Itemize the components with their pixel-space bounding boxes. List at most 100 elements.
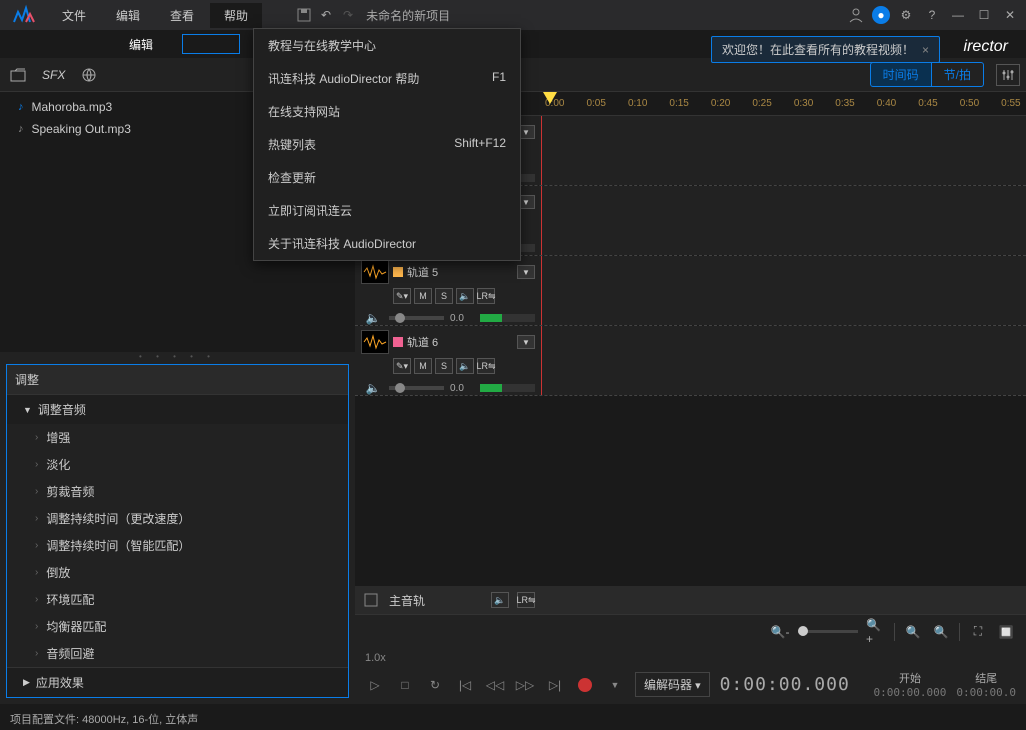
zoom-h-in-icon[interactable]: 🔍 <box>931 622 951 642</box>
close-icon[interactable]: ✕ <box>1000 5 1020 25</box>
track-color[interactable] <box>393 267 403 277</box>
speed-indicator: 1.0x <box>365 652 1016 664</box>
adjust-reverse[interactable]: ›倒放 <box>7 559 348 586</box>
play-button[interactable]: ▷ <box>365 675 385 695</box>
zoom-bar: 🔍- 🔍+ 🔍 🔍 ⛶ 🔲 <box>355 614 1026 648</box>
master-speaker[interactable]: 🔈 <box>491 592 509 608</box>
menu-view[interactable]: 查看 <box>156 3 208 28</box>
globe-icon[interactable] <box>79 65 99 85</box>
master-icon <box>361 590 381 610</box>
wave-thumb-icon <box>361 330 389 354</box>
import-icon[interactable] <box>8 65 28 85</box>
adjust-panel: 调整 ▼调整音频 ›增强 ›淡化 ›剪裁音频 ›调整持续时间（更改速度） ›调整… <box>6 364 349 698</box>
adjust-eq-match[interactable]: ›均衡器匹配 <box>7 613 348 640</box>
zoom-slider[interactable] <box>798 630 858 633</box>
tab-empty[interactable] <box>182 34 240 54</box>
track-name[interactable]: 轨道 6 <box>407 334 513 350</box>
undo-icon[interactable]: ↶ <box>316 5 336 25</box>
codec-selector[interactable]: 编解码器 ▾ <box>635 672 710 697</box>
track-color[interactable] <box>393 337 403 347</box>
adjust-trim[interactable]: ›剪裁音频 <box>7 478 348 505</box>
help-update[interactable]: 检查更新 <box>254 161 520 194</box>
solo-button[interactable]: S <box>435 358 453 374</box>
zoom-in-icon[interactable]: 🔍+ <box>866 622 886 642</box>
minimize-icon[interactable]: — <box>948 5 968 25</box>
maximize-icon[interactable]: ☐ <box>974 5 994 25</box>
volume-slider[interactable] <box>389 316 444 320</box>
zoom-select-icon[interactable]: 🔲 <box>996 622 1016 642</box>
stop-button[interactable]: □ <box>395 675 415 695</box>
pen-icon[interactable]: ✎▾ <box>393 288 411 304</box>
save-icon[interactable] <box>294 5 314 25</box>
forward-end-button[interactable]: ▷| <box>545 675 565 695</box>
adjust-enhance[interactable]: ›增强 <box>7 424 348 451</box>
chevron-right-icon: › <box>35 594 38 605</box>
track-row: 轨道 6 ▼ ✎▾ M S 🔈 LR⇋ 🔈 0.0 <box>355 326 1026 396</box>
redo-icon[interactable]: ↷ <box>338 5 358 25</box>
speaker-icon[interactable]: 🔈 <box>456 358 474 374</box>
fit-icon[interactable]: ⛶ <box>968 622 988 642</box>
adjust-duration-speed[interactable]: ›调整持续时间（更改速度） <box>7 505 348 532</box>
help-support[interactable]: 在线支持网站 <box>254 95 520 128</box>
mixer-button[interactable] <box>996 64 1020 86</box>
adjust-audio-section[interactable]: ▼调整音频 <box>7 394 348 424</box>
mute-button[interactable]: M <box>414 358 432 374</box>
chevron-right-icon: › <box>35 486 38 497</box>
mute-button[interactable]: M <box>414 288 432 304</box>
master-lr[interactable]: LR⇋ <box>517 592 535 608</box>
help-tutorials[interactable]: 教程与在线教学中心 <box>254 29 520 62</box>
tooltip-close[interactable]: × <box>922 43 929 57</box>
adjust-ducking[interactable]: ›音频回避 <box>7 640 348 667</box>
help-hotkeys[interactable]: 热键列表Shift+F12 <box>254 128 520 161</box>
forward-button[interactable]: ▷▷ <box>515 675 535 695</box>
track-body[interactable] <box>541 116 1026 185</box>
track-dropdown[interactable]: ▼ <box>517 335 535 349</box>
record-button[interactable] <box>575 675 595 695</box>
help-about[interactable]: 关于讯连科技 AudioDirector <box>254 227 520 260</box>
zoom-h-out-icon[interactable]: 🔍 <box>903 622 923 642</box>
adjust-fade[interactable]: ›淡化 <box>7 451 348 478</box>
chevron-right-icon: › <box>35 567 38 578</box>
resize-grip[interactable]: • • • • • <box>0 352 355 358</box>
zoom-out-icon[interactable]: 🔍- <box>770 622 790 642</box>
track-body[interactable] <box>541 186 1026 255</box>
menubar: 文件 编辑 查看 帮助 ↶ ↷ 未命名的新项目 ● ⚙ ? — ☐ ✕ <box>0 0 1026 30</box>
lr-button[interactable]: LR⇋ <box>477 288 495 304</box>
record-options[interactable]: ▼ <box>605 675 625 695</box>
rewind-start-button[interactable]: |◁ <box>455 675 475 695</box>
rewind-button[interactable]: ◁◁ <box>485 675 505 695</box>
master-track: 主音轨 🔈 LR⇋ <box>355 586 1026 614</box>
chevron-right-icon: › <box>35 432 38 443</box>
transport-bar: 1.0x ▷ □ ↻ |◁ ◁◁ ▷▷ ▷| ▼ 编解码器 ▾ 0:00:00.… <box>355 648 1026 704</box>
volume-slider[interactable] <box>389 386 444 390</box>
settings-icon[interactable]: ⚙ <box>896 5 916 25</box>
adjust-duration-smart[interactable]: ›调整持续时间（智能匹配） <box>7 532 348 559</box>
notification-icon[interactable]: ● <box>872 6 890 24</box>
apply-effects-section[interactable]: ▶应用效果 <box>7 667 348 697</box>
help-audiodirector[interactable]: 讯连科技 AudioDirector 帮助F1 <box>254 62 520 95</box>
master-label: 主音轨 <box>389 592 425 609</box>
menu-help[interactable]: 帮助 <box>210 3 262 28</box>
music-note-icon: ♪ <box>18 101 24 113</box>
sfx-label[interactable]: SFX <box>42 68 65 82</box>
track-name[interactable]: 轨道 5 <box>407 264 513 280</box>
pill-beats[interactable]: 节/拍 <box>932 62 984 87</box>
pill-timecode[interactable]: 时间码 <box>870 62 932 87</box>
menu-edit[interactable]: 编辑 <box>102 3 154 28</box>
lr-button[interactable]: LR⇋ <box>477 358 495 374</box>
help-subscribe[interactable]: 立即订阅讯连云 <box>254 194 520 227</box>
help-icon[interactable]: ? <box>922 5 942 25</box>
loop-button[interactable]: ↻ <box>425 675 445 695</box>
track-dropdown[interactable]: ▼ <box>517 265 535 279</box>
tab-edit[interactable]: 编辑 <box>100 31 182 58</box>
pen-icon[interactable]: ✎▾ <box>393 358 411 374</box>
wave-thumb-icon <box>361 260 389 284</box>
track-body[interactable] <box>541 256 1026 325</box>
solo-button[interactable]: S <box>435 288 453 304</box>
volume-icon: 🔈 <box>363 378 383 398</box>
menu-file[interactable]: 文件 <box>48 3 100 28</box>
track-body[interactable] <box>541 326 1026 395</box>
adjust-ambience[interactable]: ›环境匹配 <box>7 586 348 613</box>
speaker-icon[interactable]: 🔈 <box>456 288 474 304</box>
user-icon[interactable] <box>846 5 866 25</box>
